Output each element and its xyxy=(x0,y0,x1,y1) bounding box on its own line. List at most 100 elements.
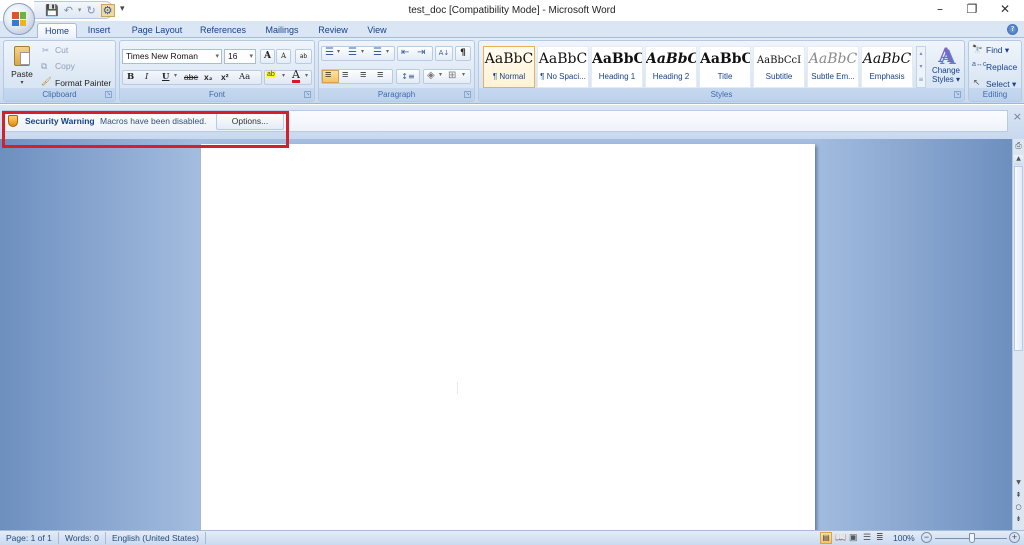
tab-home[interactable]: Home xyxy=(37,23,77,39)
paragraph-dialog-launcher[interactable]: ↘ xyxy=(464,91,471,98)
change-styles-button[interactable]: A Change Styles ▾ xyxy=(929,44,963,90)
center-button[interactable]: ≡ xyxy=(342,69,348,81)
scroll-thumb[interactable] xyxy=(1014,166,1023,351)
tab-references[interactable]: References xyxy=(196,23,250,38)
numbering-button[interactable]: ☰ xyxy=(348,47,357,58)
cut-button[interactable]: Cut xyxy=(55,45,68,55)
style-subtle-emphasis[interactable]: AaBbC Subtle Em... xyxy=(807,46,859,88)
font-size-combo[interactable]: 16 ▾ xyxy=(224,49,256,64)
scroll-down-icon[interactable]: ▾ xyxy=(917,60,925,73)
undo-dropdown-icon[interactable]: ▾ xyxy=(78,6,82,14)
close-message-bar-icon[interactable]: × xyxy=(1013,110,1022,123)
next-page-icon[interactable]: ⇟ xyxy=(1014,515,1023,525)
print-layout-view-icon[interactable]: ▤ xyxy=(820,532,832,544)
zoom-slider[interactable] xyxy=(935,533,1007,543)
align-right-button[interactable]: ≡ xyxy=(360,69,366,81)
clipboard-dialog-launcher[interactable]: ↘ xyxy=(105,91,112,98)
paste-button[interactable]: Paste ▾ xyxy=(8,44,36,86)
redo-icon[interactable]: ↻ xyxy=(86,5,95,16)
font-dialog-launcher[interactable]: ↘ xyxy=(304,91,311,98)
office-button[interactable] xyxy=(3,3,35,35)
zoom-in-icon[interactable]: + xyxy=(1009,532,1020,543)
shading-button[interactable]: ◈ xyxy=(427,70,435,81)
browse-object-icon[interactable]: ○ xyxy=(1014,503,1023,513)
draft-view-icon[interactable]: ≣ xyxy=(876,532,884,543)
copy-button[interactable]: Copy xyxy=(55,61,75,71)
numbering-dropdown-icon[interactable]: ▾ xyxy=(361,48,364,55)
style-normal[interactable]: AaBbC ¶ Normal xyxy=(483,46,535,88)
zoom-out-icon[interactable]: − xyxy=(921,532,932,543)
sort-button[interactable]: A↓ xyxy=(435,46,453,61)
bullets-dropdown-icon[interactable]: ▾ xyxy=(337,48,340,55)
style-heading-2[interactable]: AaBbC Heading 2 xyxy=(645,46,697,88)
previous-page-icon[interactable]: ⇞ xyxy=(1014,491,1023,501)
change-case-button[interactable]: Aa xyxy=(239,72,250,82)
bold-button[interactable]: B xyxy=(127,72,134,82)
macro-icon[interactable]: ⚙ xyxy=(100,3,115,17)
replace-button[interactable]: Replace xyxy=(986,62,1017,72)
shading-dropdown-icon[interactable]: ▾ xyxy=(439,71,442,78)
multilevel-list-button[interactable]: ☰ xyxy=(373,47,382,58)
find-button[interactable]: Find ▾ xyxy=(986,45,1009,56)
italic-button[interactable]: I xyxy=(145,72,148,82)
undo-icon[interactable]: ↶ xyxy=(64,5,73,16)
word-count[interactable]: Words: 0 xyxy=(65,533,99,543)
language-indicator[interactable]: English (United States) xyxy=(112,533,199,543)
scroll-down-arrow[interactable]: ▼ xyxy=(1014,479,1023,489)
zoom-slider-thumb[interactable] xyxy=(969,533,975,543)
minimize-button[interactable]: – xyxy=(925,2,955,16)
tab-insert[interactable]: Insert xyxy=(80,23,118,38)
borders-dropdown-icon[interactable]: ▾ xyxy=(462,71,465,78)
styles-gallery-scroll[interactable]: ▴ ▾ ≡ xyxy=(916,46,926,88)
clear-formatting-button[interactable]: ab xyxy=(295,49,312,64)
align-left-button[interactable]: ≡ xyxy=(325,69,331,81)
format-painter-button[interactable]: Format Painter xyxy=(55,78,111,88)
style-title[interactable]: AaBbC Title xyxy=(699,46,751,88)
tab-review[interactable]: Review xyxy=(314,23,352,38)
strikethrough-button[interactable]: abe xyxy=(184,72,198,82)
restore-button[interactable]: ❐ xyxy=(957,2,987,16)
page-count[interactable]: Page: 1 of 1 xyxy=(6,533,52,543)
superscript-button[interactable]: x² xyxy=(221,72,229,82)
style-no-spacing[interactable]: AaBbC ¶ No Spaci... xyxy=(537,46,589,88)
multilevel-dropdown-icon[interactable]: ▾ xyxy=(386,48,389,55)
tab-view[interactable]: View xyxy=(362,23,392,38)
web-layout-icon[interactable]: ▣ xyxy=(849,532,858,543)
show-marks-button[interactable]: ¶ xyxy=(455,46,471,61)
line-spacing-button[interactable]: ↕≡ xyxy=(396,69,420,84)
tab-page-layout[interactable]: Page Layout xyxy=(128,23,186,38)
justify-button[interactable]: ≡ xyxy=(377,69,383,81)
tab-mailings[interactable]: Mailings xyxy=(260,23,304,38)
ruler-toggle-icon[interactable]: ⎙ xyxy=(1014,141,1023,151)
help-icon[interactable]: ? xyxy=(1007,24,1018,35)
document-page[interactable] xyxy=(201,144,815,534)
zoom-level[interactable]: 100% xyxy=(893,533,915,543)
decrease-indent-button[interactable]: ⇤ xyxy=(401,47,409,58)
vertical-scrollbar[interactable]: ⎙ ▲ ▼ ⇞ ○ ⇟ xyxy=(1012,139,1024,530)
full-screen-reading-icon[interactable]: 📖 xyxy=(835,532,846,543)
highlight-dropdown-icon[interactable]: ▾ xyxy=(282,72,285,79)
underline-dropdown-icon[interactable]: ▾ xyxy=(174,72,177,79)
borders-button[interactable]: ⊞ xyxy=(448,70,456,81)
bullets-button[interactable]: ☰ xyxy=(325,47,334,58)
shrink-font-button[interactable]: A xyxy=(276,49,291,64)
save-icon[interactable]: 💾 xyxy=(45,5,59,16)
increase-indent-button[interactable]: ⇥ xyxy=(417,47,425,58)
subscript-button[interactable]: x₂ xyxy=(204,72,213,82)
font-color-button[interactable]: A xyxy=(292,69,300,83)
styles-dialog-launcher[interactable]: ↘ xyxy=(954,91,961,98)
customize-qat-button[interactable]: ▾ xyxy=(120,4,125,14)
more-styles-icon[interactable]: ≡ xyxy=(917,73,925,86)
paste-dropdown-icon[interactable]: ▾ xyxy=(8,79,36,86)
underline-button[interactable]: U xyxy=(162,72,169,82)
scroll-up-icon[interactable]: ▴ xyxy=(917,47,925,60)
style-subtitle[interactable]: AaBbCcI Subtitle xyxy=(753,46,805,88)
highlight-button[interactable]: ab xyxy=(266,71,276,78)
style-emphasis[interactable]: AaBbC Emphasis xyxy=(861,46,913,88)
grow-font-button[interactable]: A xyxy=(260,49,275,64)
scroll-up-arrow[interactable]: ▲ xyxy=(1014,155,1023,165)
close-button[interactable]: ✕ xyxy=(990,2,1020,16)
outline-view-icon[interactable]: ☰ xyxy=(863,532,871,543)
font-color-dropdown-icon[interactable]: ▾ xyxy=(305,72,308,79)
font-name-combo[interactable]: Times New Roman ▾ xyxy=(122,49,222,64)
